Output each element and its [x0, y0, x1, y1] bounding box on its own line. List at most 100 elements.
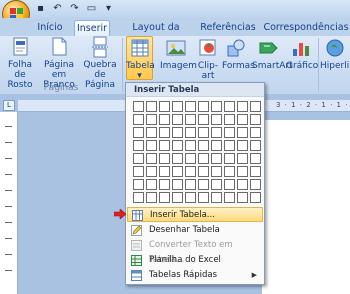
menu-item-tabelas-rapidas[interactable]: Tabelas Rápidas ▶ — [127, 268, 263, 283]
table-grid-cell[interactable] — [224, 127, 235, 138]
table-grid-cell[interactable] — [146, 127, 157, 138]
tab-correspondencias[interactable]: Correspondências — [262, 20, 350, 36]
table-grid-cell[interactable] — [211, 192, 222, 203]
table-grid-cell[interactable] — [224, 101, 235, 112]
table-grid-cell[interactable] — [185, 127, 196, 138]
table-grid-cell[interactable] — [133, 101, 144, 112]
table-grid-cell[interactable] — [211, 140, 222, 151]
table-grid-cell[interactable] — [198, 127, 209, 138]
table-size-grid[interactable] — [133, 101, 261, 203]
table-grid-cell[interactable] — [146, 179, 157, 190]
table-grid-cell[interactable] — [172, 127, 183, 138]
table-grid-cell[interactable] — [172, 140, 183, 151]
table-grid-cell[interactable] — [185, 101, 196, 112]
menu-item-planilha-excel[interactable]: Planilha do Excel — [127, 253, 263, 268]
grafico-button[interactable]: Gráfico — [286, 37, 318, 71]
table-grid-cell[interactable] — [237, 127, 248, 138]
vertical-ruler[interactable] — [0, 112, 18, 294]
table-grid-cell[interactable] — [250, 166, 261, 177]
table-grid-cell[interactable] — [237, 192, 248, 203]
table-grid-cell[interactable] — [146, 153, 157, 164]
menu-item-converter-texto[interactable]: Converter Texto em Tabela... — [127, 238, 263, 265]
tab-inserir[interactable]: Inserir — [74, 20, 110, 36]
table-grid-cell[interactable] — [172, 153, 183, 164]
table-grid-cell[interactable] — [146, 140, 157, 151]
quebra-de-pagina-button[interactable]: Quebra de Página — [80, 36, 120, 90]
table-grid-cell[interactable] — [211, 166, 222, 177]
table-grid-cell[interactable] — [211, 153, 222, 164]
table-grid-cell[interactable] — [250, 153, 261, 164]
table-grid-cell[interactable] — [146, 114, 157, 125]
imagem-button[interactable]: Imagem — [160, 37, 197, 71]
smartart-button[interactable]: SmartArt — [252, 37, 293, 71]
table-grid-cell[interactable] — [237, 153, 248, 164]
table-grid-cell[interactable] — [185, 114, 196, 125]
table-grid-cell[interactable] — [133, 140, 144, 151]
table-grid-cell[interactable] — [224, 153, 235, 164]
table-grid-cell[interactable] — [185, 153, 196, 164]
table-grid-cell[interactable] — [237, 114, 248, 125]
table-grid-cell[interactable] — [224, 140, 235, 151]
table-grid-cell[interactable] — [250, 101, 261, 112]
table-grid-cell[interactable] — [172, 101, 183, 112]
tab-layout-da-pagina[interactable]: Layout da Página — [116, 20, 196, 49]
table-grid-cell[interactable] — [185, 140, 196, 151]
table-grid-cell[interactable] — [172, 114, 183, 125]
table-grid-cell[interactable] — [211, 127, 222, 138]
table-grid-cell[interactable] — [211, 114, 222, 125]
folha-de-rosto-button[interactable]: Folha de Rosto — [2, 36, 38, 90]
save-icon[interactable]: ▪ — [34, 2, 47, 15]
table-grid-cell[interactable] — [146, 192, 157, 203]
table-grid-cell[interactable] — [250, 192, 261, 203]
table-grid-cell[interactable] — [133, 179, 144, 190]
table-grid-cell[interactable] — [172, 179, 183, 190]
formas-button[interactable]: Formas — [222, 37, 255, 71]
menu-item-desenhar-tabela[interactable]: Desenhar Tabela — [127, 223, 263, 238]
undo-icon[interactable]: ↶ — [51, 2, 64, 15]
table-grid-cell[interactable] — [237, 166, 248, 177]
table-grid-cell[interactable] — [224, 166, 235, 177]
table-grid-cell[interactable] — [250, 179, 261, 190]
table-grid-cell[interactable] — [198, 114, 209, 125]
table-grid-cell[interactable] — [211, 101, 222, 112]
table-grid-cell[interactable] — [146, 101, 157, 112]
table-grid-cell[interactable] — [159, 101, 170, 112]
table-grid-cell[interactable] — [159, 166, 170, 177]
tab-inicio[interactable]: Início — [32, 20, 68, 36]
hiperlink-button[interactable]: Hiperlin — [320, 37, 350, 71]
print-icon[interactable]: ▭ — [85, 2, 98, 15]
clip-art-button[interactable]: Clip-art — [193, 37, 223, 81]
table-grid-cell[interactable] — [159, 114, 170, 125]
menu-item-inserir-tabela[interactable]: Inserir Tabela... — [127, 207, 263, 222]
table-grid-cell[interactable] — [133, 166, 144, 177]
table-grid-cell[interactable] — [159, 153, 170, 164]
table-grid-cell[interactable] — [198, 101, 209, 112]
table-grid-cell[interactable] — [250, 127, 261, 138]
table-grid-cell[interactable] — [172, 192, 183, 203]
table-grid-cell[interactable] — [159, 127, 170, 138]
table-grid-cell[interactable] — [133, 127, 144, 138]
table-grid-cell[interactable] — [224, 192, 235, 203]
table-grid-cell[interactable] — [133, 114, 144, 125]
tabela-button[interactable]: Tabela ▾ — [126, 37, 155, 81]
table-grid-cell[interactable] — [250, 114, 261, 125]
tab-selector-button[interactable]: L — [3, 100, 15, 111]
table-grid-cell[interactable] — [224, 179, 235, 190]
table-grid-cell[interactable] — [198, 153, 209, 164]
document-page[interactable] — [262, 120, 350, 294]
table-grid-cell[interactable] — [185, 166, 196, 177]
table-grid-cell[interactable] — [185, 179, 196, 190]
table-grid-cell[interactable] — [198, 140, 209, 151]
table-grid-cell[interactable] — [185, 192, 196, 203]
table-grid-cell[interactable] — [159, 192, 170, 203]
table-grid-cell[interactable] — [237, 101, 248, 112]
table-grid-cell[interactable] — [172, 166, 183, 177]
table-grid-cell[interactable] — [250, 140, 261, 151]
table-grid-cell[interactable] — [159, 179, 170, 190]
table-grid-cell[interactable] — [159, 140, 170, 151]
table-grid-cell[interactable] — [237, 179, 248, 190]
table-grid-cell[interactable] — [133, 192, 144, 203]
table-grid-cell[interactable] — [198, 166, 209, 177]
table-grid-cell[interactable] — [237, 140, 248, 151]
tab-referencias[interactable]: Referências — [198, 20, 258, 36]
